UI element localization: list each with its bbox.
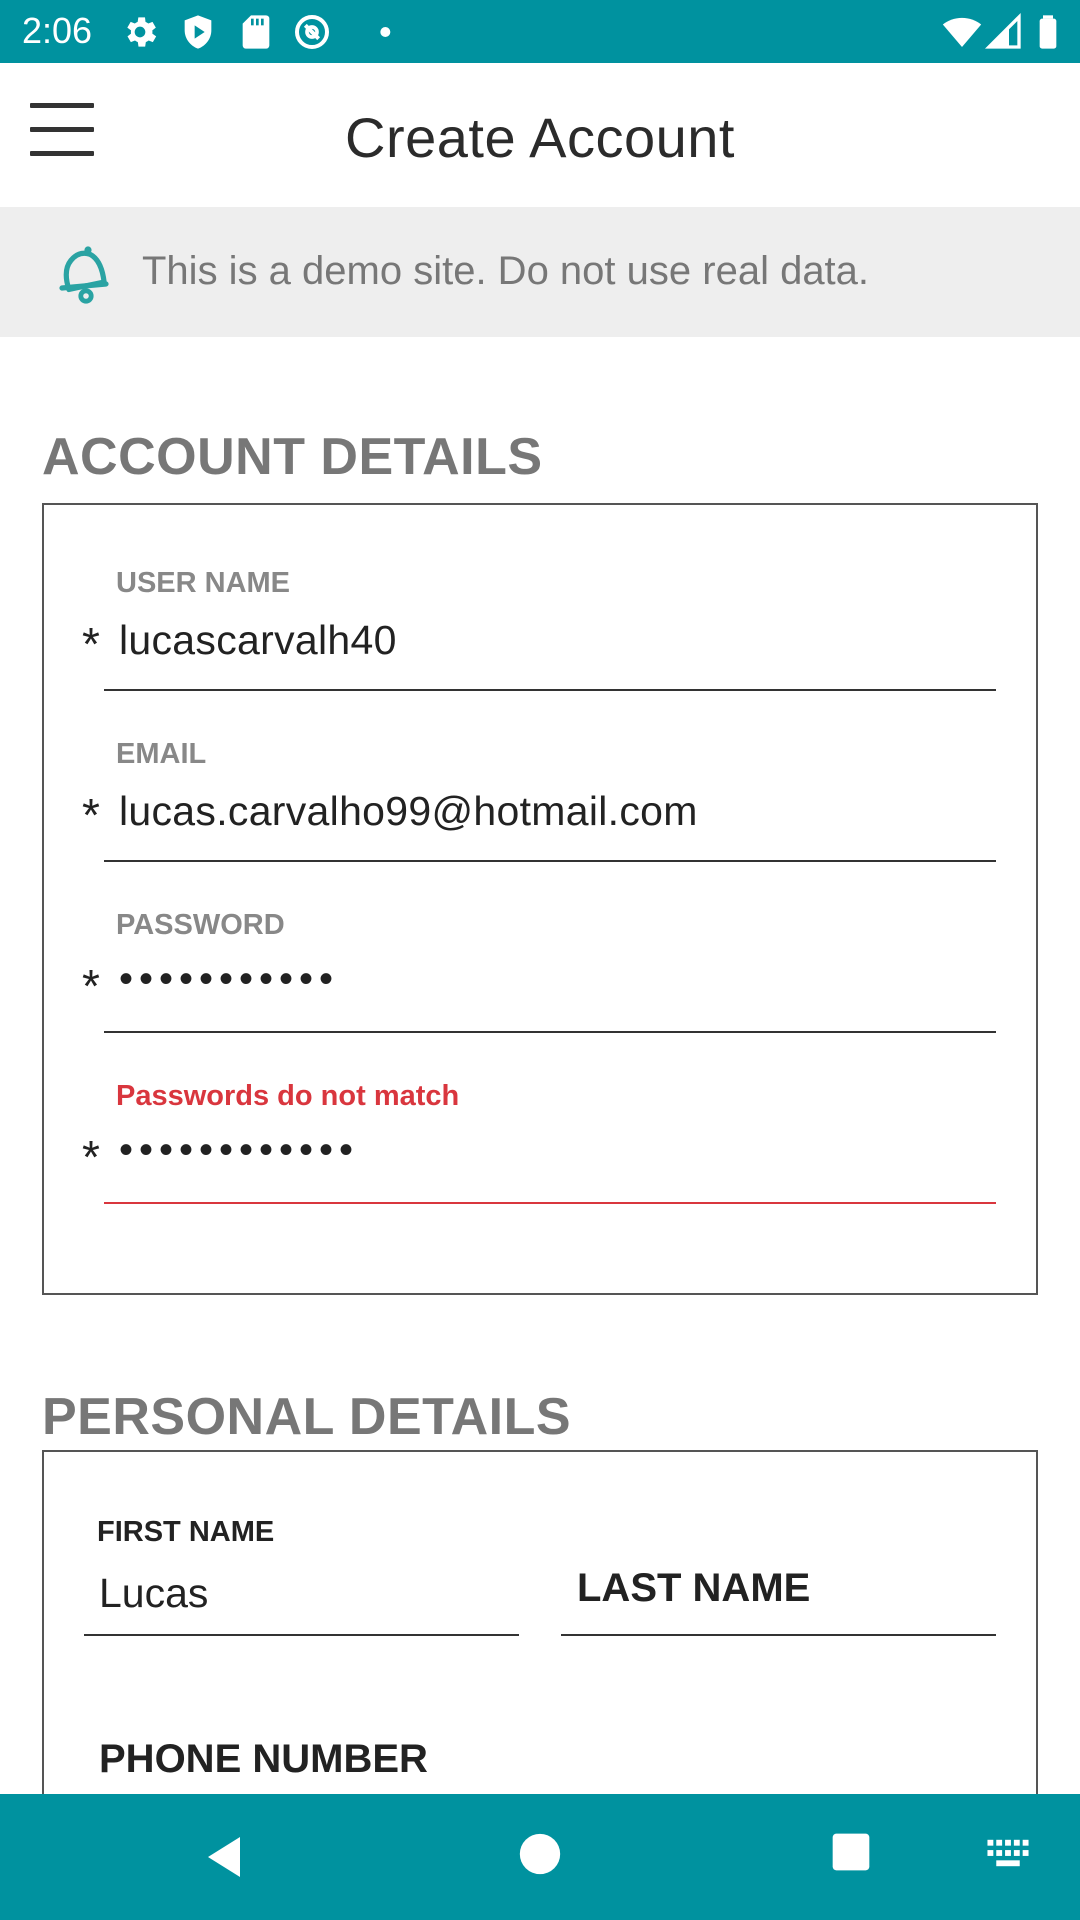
page-title: Create Account	[345, 106, 735, 169]
last-name-underline	[561, 1634, 996, 1636]
signal-icon	[984, 12, 1021, 49]
first-name-input[interactable]: Lucas	[99, 1570, 208, 1617]
notice-text: This is a demo site. Do not use real dat…	[142, 249, 870, 293]
username-label: USER NAME	[116, 567, 291, 599]
email-input[interactable]: lucas.carvalho99@hotmail.com	[119, 788, 698, 835]
username-underline	[104, 689, 996, 691]
bell-icon	[59, 246, 109, 304]
password-label: PASSWORD	[116, 909, 285, 941]
phone-number-input[interactable]: PHONE NUMBER	[99, 1737, 428, 1782]
email-field[interactable]: EMAIL * lucas.carvalho99@hotmail.com	[62, 738, 996, 888]
required-asterisk: *	[82, 1131, 100, 1183]
password-input[interactable]: •••••••••••	[119, 957, 339, 1002]
required-asterisk: *	[82, 789, 100, 841]
last-name-input[interactable]: LAST NAME	[577, 1566, 810, 1611]
home-icon[interactable]	[518, 1832, 562, 1876]
battery-icon	[1039, 15, 1057, 49]
password-field[interactable]: PASSWORD * •••••••••••	[62, 909, 996, 1059]
password-mismatch-error: Passwords do not match	[116, 1080, 460, 1112]
first-name-label: FIRST NAME	[97, 1516, 275, 1548]
shield-play-icon	[184, 15, 212, 49]
back-icon[interactable]	[200, 1832, 248, 1882]
wifi-icon	[942, 17, 982, 47]
recents-icon[interactable]	[829, 1830, 873, 1874]
system-nav-bar	[0, 1794, 1080, 1920]
required-asterisk: *	[82, 960, 100, 1012]
settings-icon	[127, 17, 157, 47]
app-bar: Create Account	[0, 63, 1080, 207]
email-label: EMAIL	[116, 738, 207, 770]
keyboard-icon[interactable]	[986, 1838, 1030, 1868]
status-time: 2:06	[22, 10, 93, 51]
dot-icon	[380, 27, 391, 37]
confirm-password-underline	[104, 1202, 996, 1204]
first-name-underline	[84, 1634, 519, 1636]
personal-details-panel	[42, 1450, 1038, 1850]
username-field[interactable]: USER NAME * lucascarvalh40	[62, 567, 996, 717]
personal-details-heading: PERSONAL DETAILS	[42, 1388, 572, 1446]
account-details-heading: ACCOUNT DETAILS	[42, 428, 543, 486]
password-underline	[104, 1031, 996, 1033]
email-underline	[104, 860, 996, 862]
confirm-password-input[interactable]: ••••••••••••	[119, 1128, 359, 1173]
required-asterisk: *	[82, 618, 100, 670]
username-input[interactable]: lucascarvalh40	[119, 617, 397, 664]
confirm-password-field[interactable]: Passwords do not match * ••••••••••••	[62, 1080, 996, 1230]
status-bar: 2:06	[0, 0, 1080, 63]
demo-notice-banner: This is a demo site. Do not use real dat…	[0, 207, 1080, 337]
sd-card-icon	[242, 15, 270, 49]
at-sign-icon	[295, 15, 329, 49]
